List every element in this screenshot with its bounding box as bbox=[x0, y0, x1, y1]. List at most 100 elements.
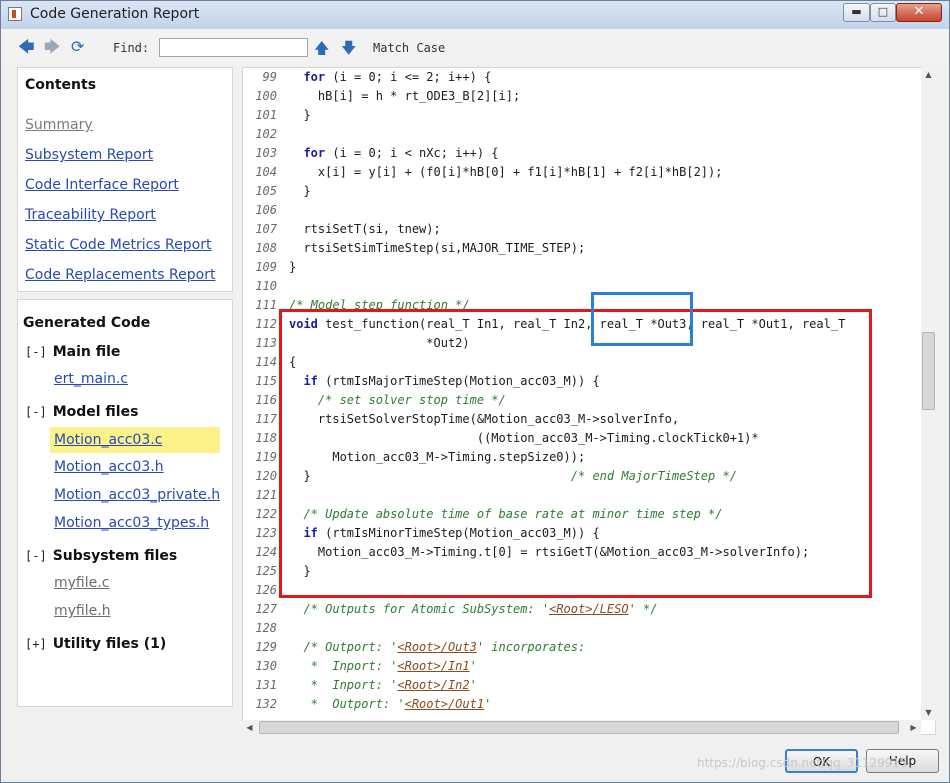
static-code-metrics-report-link[interactable]: Static Code Metrics Report bbox=[25, 237, 211, 253]
code-text: for (i = 0; i < nXc; i++) { bbox=[303, 146, 499, 160]
line-number: 99 bbox=[262, 70, 277, 84]
line-number: 108 bbox=[255, 241, 277, 255]
generated-code-panel: Generated Code [-] Main file ert_main.c [… bbox=[17, 299, 233, 707]
code-line: 100 hB[i] = h * rt_ODE3_B[2][i]; bbox=[243, 87, 919, 106]
line-number: 113 bbox=[255, 336, 277, 350]
line-number: 117 bbox=[255, 412, 277, 426]
refresh-icon[interactable]: ⟳ bbox=[71, 39, 84, 55]
code-line: 106 bbox=[243, 201, 919, 220]
main-file-group[interactable]: [-] Main file bbox=[25, 344, 120, 360]
code-line: 110 bbox=[243, 277, 919, 296]
code-text: rtsiSetT(si, tnew); bbox=[289, 222, 441, 236]
line-number: 127 bbox=[255, 602, 277, 616]
code-text: } bbox=[289, 260, 297, 274]
line-number: 122 bbox=[255, 507, 277, 521]
watermark: https://blog.csdn.net/qq_31129915 bbox=[697, 756, 908, 770]
traceability-report-link[interactable]: Traceability Report bbox=[25, 207, 156, 223]
generated-code-heading: Generated Code bbox=[23, 315, 151, 331]
file-motion-acc03-types-h[interactable]: Motion_acc03_types.h bbox=[54, 515, 209, 531]
line-number: 112 bbox=[255, 317, 277, 331]
vertical-scrollbar[interactable]: ▲ ▼ bbox=[921, 67, 936, 720]
line-number: 111 bbox=[255, 298, 277, 312]
close-button[interactable]: ✕ bbox=[896, 3, 942, 22]
forward-icon[interactable]: 🡆 bbox=[44, 39, 61, 55]
group-label: Subsystem files bbox=[52, 548, 178, 564]
code-line: 127 /* Outputs for Atomic SubSystem: '<R… bbox=[243, 600, 919, 619]
scroll-down-icon[interactable]: ▼ bbox=[921, 705, 936, 720]
toolbar: 🡄 🡆 ⟳ Find: 🡅 🡇 Match Case bbox=[1, 29, 949, 65]
line-number: 124 bbox=[255, 545, 277, 559]
line-number: 114 bbox=[255, 355, 277, 369]
line-number: 131 bbox=[255, 678, 277, 692]
minimize-button[interactable]: ▬ bbox=[843, 3, 870, 22]
vertical-scroll-thumb[interactable] bbox=[922, 332, 935, 410]
code-text: hB[i] = h * rt_ODE3_B[2][i]; bbox=[289, 89, 521, 103]
find-input[interactable] bbox=[159, 38, 308, 57]
app-icon bbox=[8, 7, 22, 21]
code-line: 101 } bbox=[243, 106, 919, 125]
line-number: 120 bbox=[255, 469, 277, 483]
code-text: } bbox=[289, 184, 311, 198]
scroll-up-icon[interactable]: ▲ bbox=[921, 67, 936, 82]
find-next-icon[interactable]: 🡇 bbox=[341, 38, 356, 63]
title-bar[interactable]: Code Generation Report ▬ □ ✕ bbox=[1, 1, 949, 30]
code-line: 130 * Inport: '<Root>/In1' bbox=[243, 657, 919, 676]
code-text: x[i] = y[i] + (f0[i]*hB[0] + f1[i]*hB[1]… bbox=[289, 165, 723, 179]
find-previous-icon[interactable]: 🡅 bbox=[314, 38, 329, 63]
code-text: * Outport: '<Root>/Out1' bbox=[289, 697, 492, 711]
group-label: Utility files (1) bbox=[52, 636, 167, 652]
scroll-left-icon[interactable]: ◀ bbox=[242, 720, 257, 735]
code-line: 99 for (i = 0; i <= 2; i++) { bbox=[243, 68, 919, 87]
maximize-button[interactable]: □ bbox=[870, 3, 896, 22]
group-label: Main file bbox=[52, 344, 121, 360]
horizontal-scrollbar[interactable]: ◀ ▶ bbox=[242, 720, 921, 735]
line-number: 130 bbox=[255, 659, 277, 673]
file-myfile-h[interactable]: myfile.h bbox=[54, 603, 111, 619]
line-number: 109 bbox=[255, 260, 277, 274]
line-number: 123 bbox=[255, 526, 277, 540]
expand-toggle[interactable]: [+] bbox=[25, 637, 47, 651]
line-number: 128 bbox=[255, 621, 277, 635]
file-motion-acc03-h[interactable]: Motion_acc03.h bbox=[54, 459, 164, 475]
collapse-toggle[interactable]: [-] bbox=[25, 345, 47, 359]
model-files-group[interactable]: [-] Model files bbox=[25, 404, 138, 420]
file-motion-acc03-c[interactable]: Motion_acc03.c bbox=[50, 427, 220, 453]
code-line: 109} bbox=[243, 258, 919, 277]
scroll-right-icon[interactable]: ▶ bbox=[906, 720, 921, 735]
code-text: * Inport: '<Root>/In1' bbox=[289, 659, 477, 673]
subsystem-report-link[interactable]: Subsystem Report bbox=[25, 147, 153, 163]
line-number: 106 bbox=[255, 203, 277, 217]
code-line: 132 * Outport: '<Root>/Out1' bbox=[243, 695, 919, 714]
utility-files-group[interactable]: [+] Utility files (1) bbox=[25, 636, 166, 652]
line-number: 105 bbox=[255, 184, 277, 198]
code-replacements-report-link[interactable]: Code Replacements Report bbox=[25, 267, 215, 283]
contents-heading: Contents bbox=[25, 77, 97, 93]
line-number: 107 bbox=[255, 222, 277, 236]
line-number: 115 bbox=[255, 374, 277, 388]
line-number: 102 bbox=[255, 127, 277, 141]
line-number: 103 bbox=[255, 146, 277, 160]
code-text: rtsiSetSimTimeStep(si,MAJOR_TIME_STEP); bbox=[289, 241, 586, 255]
out3-highlight-box bbox=[591, 292, 693, 346]
file-myfile-c[interactable]: myfile.c bbox=[54, 575, 109, 591]
line-number: 129 bbox=[255, 640, 277, 654]
file-ert-main-c[interactable]: ert_main.c bbox=[54, 371, 128, 387]
code-interface-report-link[interactable]: Code Interface Report bbox=[25, 177, 179, 193]
match-case-toggle[interactable]: Match Case bbox=[373, 41, 445, 55]
navigation-pane: Contents Summary Subsystem Report Code I… bbox=[17, 67, 233, 707]
code-line: 103 for (i = 0; i < nXc; i++) { bbox=[243, 144, 919, 163]
code-line: 129 /* Outport: '<Root>/Out3' incorporat… bbox=[243, 638, 919, 657]
back-icon[interactable]: 🡄 bbox=[18, 39, 35, 55]
code-text: /* Outport: '<Root>/Out3' incorporates: bbox=[303, 640, 586, 654]
summary-link[interactable]: Summary bbox=[25, 117, 93, 133]
find-label: Find: bbox=[113, 41, 150, 55]
subsystem-files-group[interactable]: [-] Subsystem files bbox=[25, 548, 177, 564]
file-motion-acc03-private-h[interactable]: Motion_acc03_private.h bbox=[54, 487, 220, 503]
line-number: 121 bbox=[255, 488, 277, 502]
collapse-toggle[interactable]: [-] bbox=[25, 405, 47, 419]
line-number: 104 bbox=[255, 165, 277, 179]
collapse-toggle[interactable]: [-] bbox=[25, 549, 47, 563]
code-text: } bbox=[289, 108, 311, 122]
line-number: 126 bbox=[255, 583, 277, 597]
horizontal-scroll-thumb[interactable] bbox=[259, 721, 899, 734]
